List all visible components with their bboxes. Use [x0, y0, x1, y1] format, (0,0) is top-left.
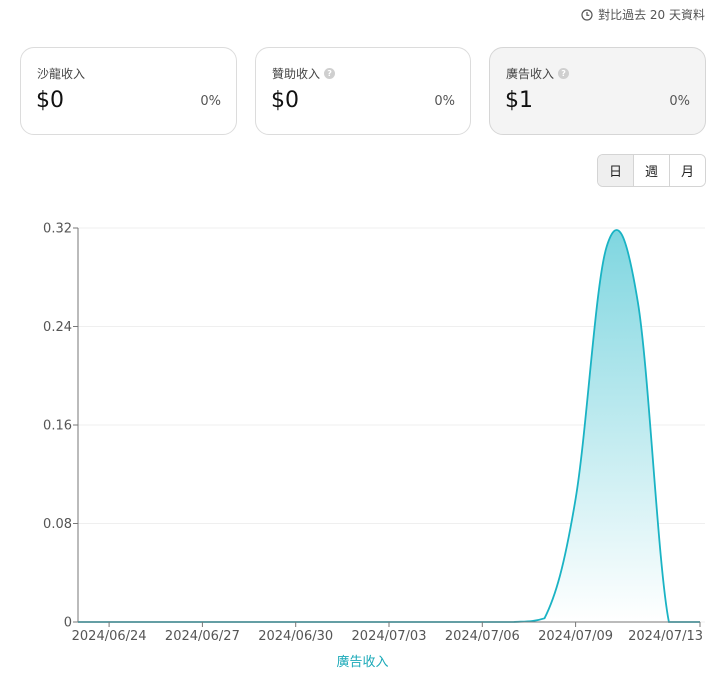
x-tick-label: 2024/06/30 — [258, 629, 333, 644]
help-icon[interactable]: ? — [558, 68, 570, 79]
card-pct: 0% — [669, 94, 690, 109]
y-tick-label: 0.16 — [43, 419, 72, 434]
card-label-text: 沙龍收入 — [37, 67, 86, 81]
help-icon[interactable]: ? — [324, 68, 336, 79]
x-tick-label: 2024/07/06 — [445, 629, 520, 644]
card-label-text: 贊助收入 — [272, 67, 321, 81]
period-day-button[interactable]: 日 — [598, 155, 634, 186]
period-week-button[interactable]: 週 — [634, 155, 670, 186]
series-area — [78, 229, 700, 622]
compare-note: 對比過去 20 天資料 — [581, 6, 705, 23]
card-value: $0 — [36, 88, 64, 113]
x-tick-label: 2024/07/03 — [352, 629, 427, 644]
card-label: 廣告收入 ? — [506, 65, 570, 82]
y-tick-label: 0.32 — [43, 222, 72, 237]
clock-icon — [581, 8, 593, 21]
card-pct: 0% — [434, 94, 455, 109]
x-tick-label: 2024/06/27 — [165, 629, 240, 644]
card-pct: 0% — [200, 94, 221, 109]
card-salon-income[interactable]: 沙龍收入 $0 0% — [20, 47, 237, 135]
y-tick-label: 0.08 — [43, 517, 72, 532]
card-value: $0 — [271, 88, 299, 113]
card-value: $1 — [505, 88, 533, 113]
period-month-button[interactable]: 月 — [670, 155, 705, 186]
compare-text: 對比過去 20 天資料 — [598, 8, 705, 22]
x-tick-label: 2024/07/13 — [628, 629, 703, 644]
x-tick-label: 2024/06/24 — [72, 629, 147, 644]
card-ad-income[interactable]: 廣告收入 ? $1 0% — [489, 47, 706, 135]
chart-legend[interactable]: 廣告收入 — [0, 651, 725, 670]
legend-label: 廣告收入 — [336, 655, 389, 670]
y-tick-label: 0.24 — [43, 320, 72, 335]
card-label: 贊助收入 ? — [272, 65, 336, 82]
x-tick-label: 2024/07/09 — [538, 629, 613, 644]
card-sponsor-income[interactable]: 贊助收入 ? $0 0% — [255, 47, 471, 135]
period-toggle: 日 週 月 — [597, 154, 706, 187]
card-label: 沙龍收入 — [37, 65, 85, 82]
ad-income-chart: 00.080.160.240.322024/06/24 2024/06/27 202… — [43, 222, 705, 644]
card-label-text: 廣告收入 — [506, 67, 555, 81]
